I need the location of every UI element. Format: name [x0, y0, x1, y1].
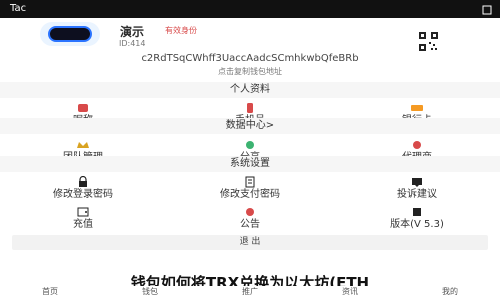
status-bar: Tac	[0, 0, 500, 18]
status-time: Tac	[10, 3, 27, 14]
feedback-icon	[410, 173, 424, 187]
app-logo-icon	[48, 26, 92, 42]
change-payment-password-label: 修改支付密码	[220, 189, 280, 200]
section-system-settings: 系统设置	[0, 156, 500, 172]
menu-icon[interactable]	[482, 4, 492, 15]
document-icon	[243, 173, 257, 188]
section-data-center: 数据中心>	[0, 118, 500, 134]
agent-icon	[410, 136, 424, 149]
avatar	[40, 22, 100, 46]
complaint-suggestion-label: 投诉建议	[397, 189, 437, 200]
complaint-suggestion-item[interactable]: 投诉建议	[334, 171, 500, 200]
logout-button[interactable]: 退 出	[12, 235, 488, 250]
nav-wallet[interactable]: 钱包	[100, 286, 200, 297]
version-label: 版本(V 5.3)	[390, 219, 444, 230]
phone-icon	[243, 99, 257, 113]
version-icon	[410, 203, 424, 216]
qr-code-icon[interactable]	[419, 32, 438, 51]
wallet-address-hint: 点击复制钱包地址	[218, 67, 282, 76]
profile-screen: Tac 演示 有效身份 ID:414 c2RdTSqCWhff3UaccAadc…	[0, 0, 500, 300]
recharge-label: 充值	[73, 219, 93, 230]
change-login-password-label: 修改登录密码	[53, 189, 113, 200]
announcement-item[interactable]: 公告	[167, 201, 333, 230]
announcement-icon	[243, 203, 257, 216]
profile-id: ID:414	[119, 39, 146, 48]
version-item[interactable]: 版本(V 5.3)	[334, 201, 500, 230]
crown-icon	[76, 136, 90, 148]
nav-promotion[interactable]: 推广	[200, 286, 300, 297]
recharge-item[interactable]: 充值	[0, 201, 166, 230]
lock-icon	[76, 173, 90, 187]
profile-badge: 有效身份	[165, 26, 197, 35]
bottom-nav: 首页 钱包 推广 资讯 我的	[0, 286, 500, 300]
announcement-label: 公告	[240, 219, 260, 230]
section-personal: 个人资料	[0, 82, 500, 98]
change-login-password-item[interactable]: 修改登录密码	[0, 171, 166, 200]
profile-name: 演示	[120, 25, 145, 39]
wallet-icon	[76, 203, 90, 217]
nav-home[interactable]: 首页	[0, 286, 100, 297]
nav-news[interactable]: 资讯	[300, 286, 400, 297]
share-icon	[243, 136, 257, 149]
header: Tac 演示 有效身份 ID:414 c2RdTSqCWhff3UaccAadc…	[0, 0, 500, 80]
user-icon	[76, 99, 90, 112]
bank-card-icon	[410, 99, 424, 111]
nav-mine[interactable]: 我的	[400, 286, 500, 297]
change-payment-password-item[interactable]: 修改支付密码	[167, 171, 333, 200]
wallet-address[interactable]: c2RdTSqCWhff3UaccAadcSCmhkwbQfeBRb	[0, 53, 500, 64]
